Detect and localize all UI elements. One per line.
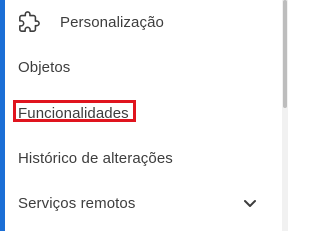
scrollbar-track[interactable]: [282, 0, 288, 231]
menu-item-label: Histórico de alterações: [18, 149, 173, 167]
menu-item-label: Serviços remotos: [18, 194, 136, 212]
puzzle-icon: [19, 11, 40, 32]
settings-nav-menu: Personalização Objetos Funcionalidades H…: [5, 0, 282, 231]
menu-item-label: Funcionalidades: [18, 104, 129, 122]
menu-item-historico-de-alteracoes[interactable]: Histórico de alterações: [5, 136, 282, 180]
chevron-down-icon[interactable]: [242, 195, 258, 211]
scrollbar-thumb[interactable]: [283, 0, 287, 108]
menu-item-funcionalidades[interactable]: Funcionalidades: [5, 91, 282, 135]
menu-item-label: Objetos: [18, 58, 71, 76]
menu-item-servicos-remotos[interactable]: Serviços remotos: [5, 181, 282, 225]
menu-item-label: Personalização: [60, 13, 164, 31]
menu-item-personalizacao[interactable]: Personalização: [5, 0, 282, 44]
menu-item-objetos[interactable]: Objetos: [5, 45, 282, 89]
